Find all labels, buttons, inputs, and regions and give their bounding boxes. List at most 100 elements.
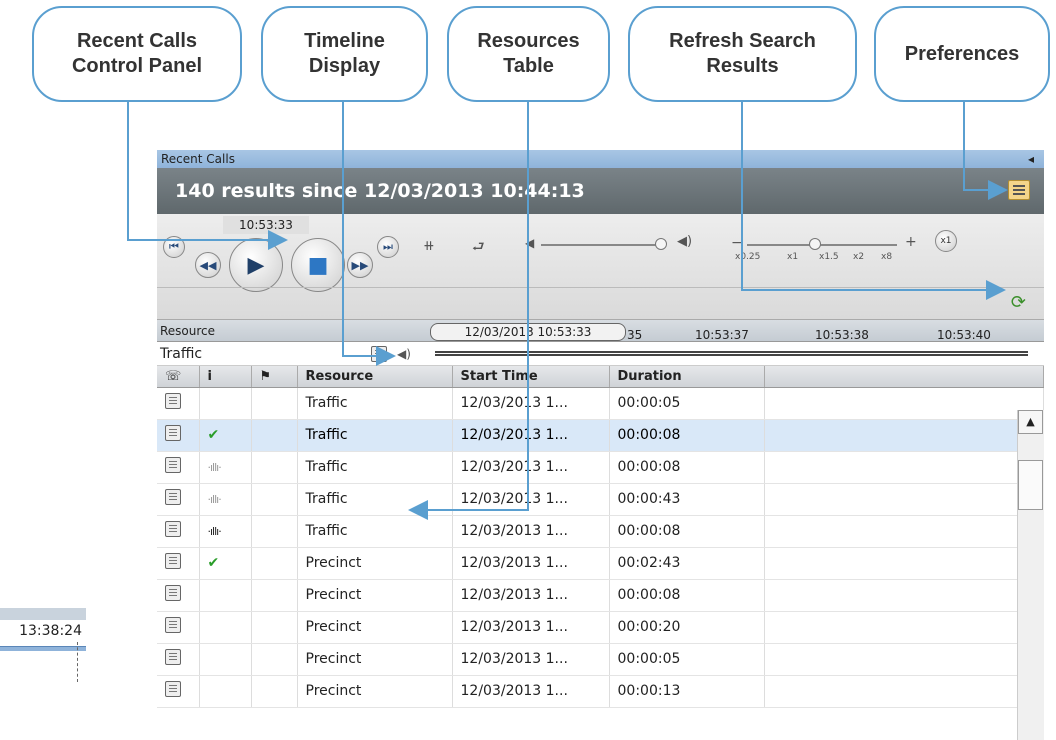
column-header-flag[interactable]: ⚑ <box>251 366 298 388</box>
recent-calls-panel: Recent Calls ◂ 140 results since 12/03/2… <box>157 150 1044 740</box>
cell-resource: Precinct <box>297 579 453 612</box>
speed-decrease-icon[interactable]: − <box>731 235 743 251</box>
cell-resource: Precinct <box>297 675 453 708</box>
preferences-icon[interactable] <box>1008 180 1030 200</box>
timeline-row[interactable]: Traffic ◀) <box>157 342 1044 366</box>
timeline-current-pill[interactable]: 12/03/2013 10:53:33 <box>430 323 626 341</box>
phone-icon <box>165 393 181 409</box>
marker-icon[interactable]: ⧺ <box>423 238 435 254</box>
fragment-time-label: 13:38:24 <box>19 623 82 639</box>
collapse-icon[interactable]: ◂ <box>1028 150 1034 168</box>
speed-slider-knob[interactable] <box>808 238 821 250</box>
cell-call-type <box>157 483 200 516</box>
cell-start-time: 12/03/2013 1... <box>452 419 610 452</box>
callout-preferences: Preferences <box>874 6 1050 102</box>
table-row[interactable]: ✔ Precinct 12/03/2013 1... 00:02:43 <box>157 547 1044 580</box>
speed-label: x1.5 <box>819 252 839 262</box>
table-row[interactable]: Traffic 12/03/2013 1... 00:00:05 <box>157 387 1044 420</box>
cell-empty <box>764 611 1044 644</box>
phone-icon <box>371 346 387 362</box>
cell-call-type <box>157 643 200 676</box>
cell-start-time: 12/03/2013 1... <box>452 547 610 580</box>
callout-line: Timeline <box>304 30 385 52</box>
cell-resource: Traffic <box>297 451 453 484</box>
column-header-resource[interactable]: Resource <box>297 366 453 388</box>
panel-titlebar: Recent Calls ◂ <box>157 150 1044 168</box>
flag-icon: ⚑ <box>259 368 272 384</box>
callout-line: Results <box>706 55 779 77</box>
cell-call-type <box>157 451 200 484</box>
speaker-icon: ◀) <box>397 347 411 361</box>
results-bar: 140 results since 12/03/2013 10:44:13 <box>157 168 1044 214</box>
refresh-icon[interactable]: ⟳ <box>1011 292 1026 313</box>
table-row[interactable]: ·ıllı· Traffic 12/03/2013 1... 00:00:08 <box>157 515 1044 548</box>
current-time: 10:53:33 <box>223 216 309 234</box>
cell-empty <box>764 515 1044 548</box>
column-header-call-type[interactable]: ☏ <box>157 366 200 388</box>
table-row[interactable]: Precinct 12/03/2013 1... 00:00:20 <box>157 611 1044 644</box>
results-summary: 140 results since 12/03/2013 10:44:13 <box>175 180 585 202</box>
skip-to-end-button[interactable]: ⏭ <box>377 236 399 258</box>
panel-title: Recent Calls <box>161 152 235 166</box>
column-header-duration[interactable]: Duration <box>609 366 765 388</box>
callout-line: Preferences <box>904 42 1020 65</box>
phone-icon <box>165 617 181 633</box>
check-icon: ✔ <box>207 427 220 443</box>
cell-status: ·ıllı· <box>199 483 252 516</box>
table-row[interactable]: ·ıllı· Traffic 12/03/2013 1... 00:00:43 <box>157 483 1044 516</box>
volume-slider-track[interactable] <box>541 244 661 246</box>
timeline-header-label: Resource <box>160 324 216 338</box>
table-row[interactable]: ·ıllı· Traffic 12/03/2013 1... 00:00:08 <box>157 451 1044 484</box>
cell-status <box>199 675 252 708</box>
loop-icon[interactable]: ⮐ <box>472 236 485 260</box>
table-scrollbar[interactable]: ▲ <box>1017 410 1044 740</box>
cell-start-time: 12/03/2013 1... <box>452 387 610 420</box>
cell-flag <box>251 579 298 612</box>
callout-line: Control Panel <box>71 55 202 77</box>
callout-line: Display <box>308 55 381 77</box>
cell-empty <box>764 451 1044 484</box>
table-row[interactable]: Precinct 12/03/2013 1... 00:00:08 <box>157 579 1044 612</box>
column-header-start-time[interactable]: Start Time <box>452 366 610 388</box>
cell-call-type <box>157 515 200 548</box>
cell-status <box>199 387 252 420</box>
stop-button[interactable]: ■ <box>291 238 345 292</box>
speed-increase-icon[interactable]: + <box>905 234 917 250</box>
column-header-info[interactable]: i <box>199 366 252 388</box>
cell-call-type <box>157 387 200 420</box>
cell-duration: 00:00:08 <box>609 451 765 484</box>
fragment-header <box>0 608 86 620</box>
speed-label: x0.25 <box>735 252 761 262</box>
cell-resource: Traffic <box>297 387 453 420</box>
fast-forward-button[interactable]: ▶▶ <box>347 252 373 278</box>
waveform-icon: ·ıllı· <box>207 461 222 474</box>
waveform-icon: ·ıllı· <box>207 493 222 506</box>
timeline-row-label: Traffic <box>160 346 203 362</box>
cell-flag <box>251 451 298 484</box>
cell-status <box>199 611 252 644</box>
cell-start-time: 12/03/2013 1... <box>452 451 610 484</box>
scroll-up-button[interactable]: ▲ <box>1018 410 1043 434</box>
cell-start-time: 12/03/2013 1... <box>452 579 610 612</box>
skip-to-start-button[interactable]: ⏮ <box>163 236 185 258</box>
phone-icon <box>165 649 181 665</box>
cell-duration: 00:00:43 <box>609 483 765 516</box>
callout-line: Table <box>503 55 554 77</box>
check-icon: ✔ <box>207 555 220 571</box>
play-button[interactable]: ▶ <box>229 238 283 292</box>
cell-call-type <box>157 675 200 708</box>
scroll-thumb[interactable] <box>1018 460 1043 510</box>
table-row[interactable]: Precinct 12/03/2013 1... 00:00:05 <box>157 643 1044 676</box>
rewind-button[interactable]: ◀◀ <box>195 252 221 278</box>
timeline-bar[interactable] <box>435 351 1028 356</box>
cell-duration: 00:00:05 <box>609 387 765 420</box>
cell-resource: Precinct <box>297 611 453 644</box>
cell-status: ·ıllı· <box>199 515 252 548</box>
table-row[interactable]: ✔ Traffic 12/03/2013 1... 00:00:08 <box>157 419 1044 452</box>
playback-controls: 10:53:33 ⏮ ◀◀ ▶ ■ ▶▶ ⏭ ⧺ ⮐ ◀ ◀) − + x0.2… <box>157 214 1044 320</box>
speed-reset-button[interactable]: x1 <box>935 230 957 252</box>
speed-slider-track[interactable] <box>747 244 897 246</box>
table-row[interactable]: Precinct 12/03/2013 1... 00:00:13 <box>157 675 1044 708</box>
cell-start-time: 12/03/2013 1... <box>452 515 610 548</box>
volume-slider-knob[interactable] <box>655 238 667 250</box>
